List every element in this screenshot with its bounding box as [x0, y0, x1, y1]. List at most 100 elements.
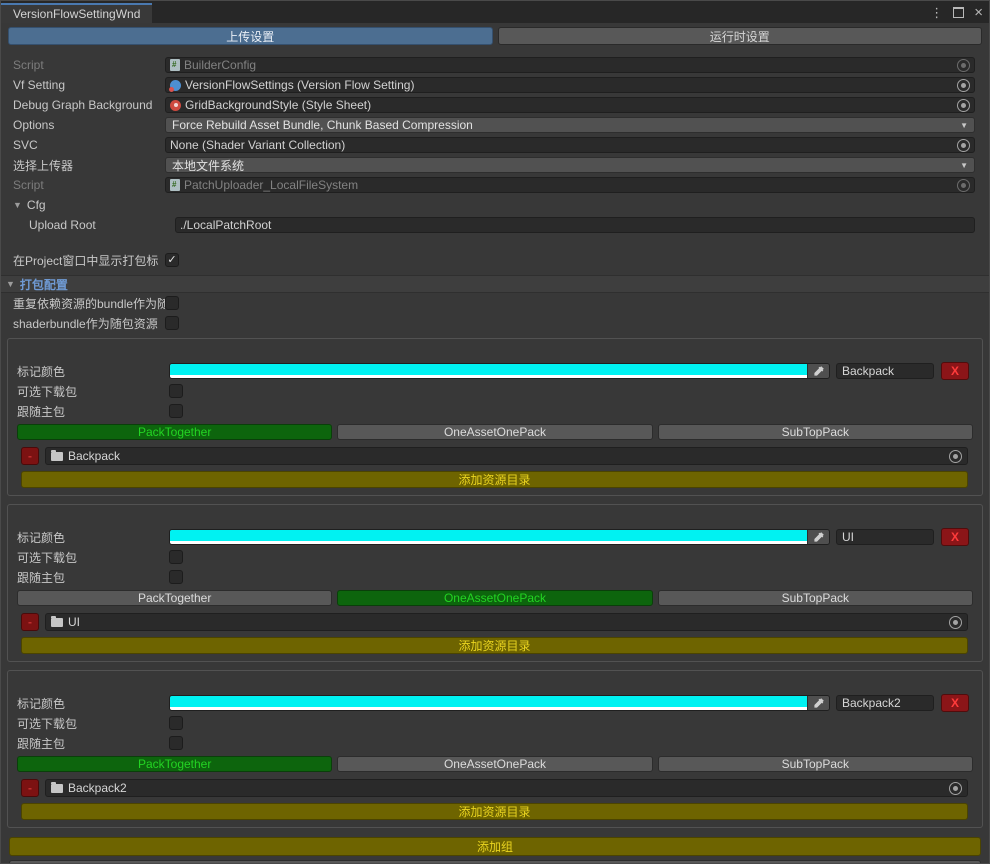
follow-main-checkbox[interactable] — [169, 570, 183, 584]
asset-dir-name: Backpack — [68, 449, 120, 463]
color-swatch[interactable] — [170, 364, 807, 378]
field-label: 标记颜色 — [17, 363, 169, 380]
follow-main-checkbox[interactable] — [169, 736, 183, 750]
optional-download-row: 可选下载包 — [8, 547, 982, 567]
eyedropper-icon[interactable] — [807, 530, 829, 544]
group-name-input[interactable]: Backpack2 — [836, 695, 934, 711]
object-picker-icon[interactable] — [957, 99, 970, 112]
version-flow-setting-window: VersionFlowSettingWnd ⋮ × 上传设置 运行时设置 Scr… — [0, 0, 990, 864]
chevron-down-icon: ▼ — [960, 161, 968, 170]
mode-one-asset-one-pack-button[interactable]: OneAssetOnePack — [337, 424, 652, 440]
mode-pack-together-button[interactable]: PackTogether — [17, 590, 332, 606]
delete-group-button[interactable]: X — [941, 362, 969, 380]
optional-download-checkbox[interactable] — [169, 716, 183, 730]
object-picker-icon[interactable] — [949, 450, 962, 463]
mark-color-row: 标记颜色 Backpack2 X — [8, 693, 982, 713]
asset-dir-object-field[interactable]: Backpack2 — [45, 779, 968, 797]
group-name-input[interactable]: UI — [836, 529, 934, 545]
mode-pack-together-button[interactable]: PackTogether — [17, 756, 332, 772]
mode-pack-together-button[interactable]: PackTogether — [17, 424, 332, 440]
object-picker-icon[interactable] — [957, 79, 970, 92]
asset-dir-name: UI — [68, 615, 80, 629]
fetch-remote-version-button[interactable]: 获取远端版本号 — [9, 860, 981, 864]
pack-config-header[interactable]: ▼ 打包配置 — [1, 275, 989, 293]
show-badge-checkbox[interactable]: ✓ — [165, 253, 179, 267]
color-swatch[interactable] — [170, 530, 807, 544]
options-dropdown[interactable]: Force Rebuild Asset Bundle, Chunk Based … — [165, 117, 975, 133]
field-row-vf-setting: Vf Setting VersionFlowSettings (Version … — [1, 75, 989, 95]
field-row-debug-graph-background: Debug Graph Background GridBackgroundSty… — [1, 95, 989, 115]
group-name-input[interactable]: Backpack — [836, 363, 934, 379]
follow-main-checkbox[interactable] — [169, 404, 183, 418]
shader-bundle-checkbox[interactable] — [165, 316, 179, 330]
tab-upload-settings[interactable]: 上传设置 — [8, 27, 493, 45]
optional-download-checkbox[interactable] — [169, 384, 183, 398]
object-picker-icon[interactable] — [957, 59, 970, 72]
object-field-value: VersionFlowSettings (Version Flow Settin… — [185, 78, 414, 92]
svc-object-field[interactable]: None (Shader Variant Collection) — [165, 137, 975, 153]
mark-color-field[interactable] — [169, 363, 830, 379]
toggle-label: 跟随主包 — [17, 569, 169, 586]
object-picker-icon[interactable] — [949, 616, 962, 629]
cfg-foldout[interactable]: ▼ Cfg — [1, 195, 989, 215]
object-field-value: None (Shader Variant Collection) — [170, 138, 345, 152]
field-label: 标记颜色 — [17, 529, 169, 546]
dropdown-value: 本地文件系统 — [172, 157, 244, 173]
remove-entry-button[interactable]: - — [21, 613, 39, 631]
asset-dir-name: Backpack2 — [68, 781, 127, 795]
mark-color-row: 标记颜色 Backpack X — [8, 361, 982, 381]
object-field-value: GridBackgroundStyle (Style Sheet) — [185, 98, 371, 112]
delete-group-button[interactable]: X — [941, 694, 969, 712]
section-title: 打包配置 — [20, 276, 68, 293]
mode-one-asset-one-pack-button[interactable]: OneAssetOnePack — [337, 756, 652, 772]
maximize-icon[interactable] — [953, 7, 964, 18]
eyedropper-icon[interactable] — [807, 696, 829, 710]
eyedropper-icon[interactable] — [807, 364, 829, 378]
optional-download-checkbox[interactable] — [169, 550, 183, 564]
mode-sub-top-pack-button[interactable]: SubTopPack — [658, 590, 973, 606]
field-label: Script — [13, 178, 165, 192]
dup-bundle-checkbox[interactable] — [165, 296, 179, 310]
close-icon[interactable]: × — [974, 5, 983, 20]
object-picker-icon[interactable] — [949, 782, 962, 795]
follow-main-row: 跟随主包 — [8, 567, 982, 587]
field-label: Options — [13, 118, 165, 132]
upload-root-input[interactable]: ./LocalPatchRoot — [175, 217, 975, 233]
mode-one-asset-one-pack-button[interactable]: OneAssetOnePack — [337, 590, 652, 606]
mark-color-field[interactable] — [169, 695, 830, 711]
toggle-label: 可选下载包 — [17, 383, 169, 400]
tab-runtime-settings[interactable]: 运行时设置 — [498, 27, 983, 45]
add-group-button[interactable]: 添加组 — [9, 837, 981, 856]
add-asset-dir-button[interactable]: 添加资源目录 — [21, 637, 968, 654]
color-swatch[interactable] — [170, 696, 807, 710]
asset-dir-object-field[interactable]: UI — [45, 613, 968, 631]
asset-dir-object-field[interactable]: Backpack — [45, 447, 968, 465]
toggle-label: 跟随主包 — [17, 403, 169, 420]
uploader-dropdown[interactable]: 本地文件系统 ▼ — [165, 157, 975, 173]
window-title: VersionFlowSettingWnd — [13, 7, 140, 21]
remove-entry-button[interactable]: - — [21, 447, 39, 465]
window-menu-icon[interactable]: ⋮ — [930, 6, 943, 19]
field-row-script2: Script PatchUploader_LocalFileSystem — [1, 175, 989, 195]
object-picker-icon[interactable] — [957, 179, 970, 192]
dup-bundle-row: 重复依赖资源的bundle作为随包 — [1, 293, 989, 313]
object-field-value: PatchUploader_LocalFileSystem — [184, 178, 358, 192]
mode-sub-top-pack-button[interactable]: SubTopPack — [658, 756, 973, 772]
vf-setting-object-field[interactable]: VersionFlowSettings (Version Flow Settin… — [165, 77, 975, 93]
script-object-field[interactable]: BuilderConfig — [165, 57, 975, 73]
mode-sub-top-pack-button[interactable]: SubTopPack — [658, 424, 973, 440]
field-label: Script — [13, 58, 165, 72]
add-asset-dir-button[interactable]: 添加资源目录 — [21, 471, 968, 488]
inspector-content: Script BuilderConfig Vf Setting VersionF… — [1, 49, 989, 864]
delete-group-button[interactable]: X — [941, 528, 969, 546]
remove-entry-button[interactable]: - — [21, 779, 39, 797]
window-tab[interactable]: VersionFlowSettingWnd — [1, 3, 152, 23]
mark-color-field[interactable] — [169, 529, 830, 545]
field-label: SVC — [13, 138, 165, 152]
uploader-script-object-field[interactable]: PatchUploader_LocalFileSystem — [165, 177, 975, 193]
object-picker-icon[interactable] — [957, 139, 970, 152]
add-asset-dir-button[interactable]: 添加资源目录 — [21, 803, 968, 820]
style-sheet-object-field[interactable]: GridBackgroundStyle (Style Sheet) — [165, 97, 975, 113]
scriptable-object-icon — [170, 80, 181, 91]
optional-download-row: 可选下载包 — [8, 381, 982, 401]
